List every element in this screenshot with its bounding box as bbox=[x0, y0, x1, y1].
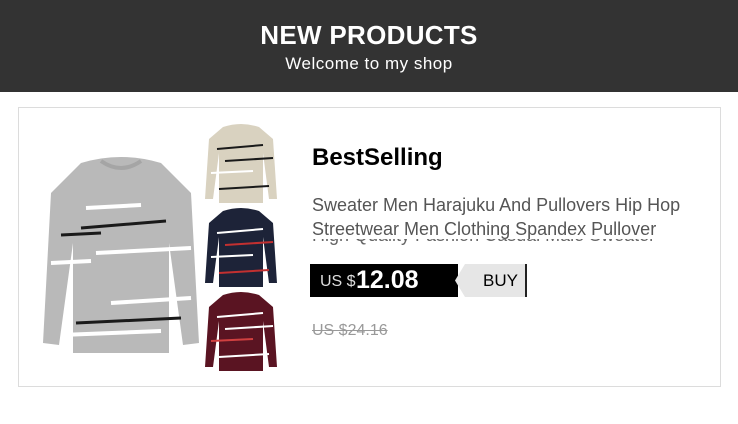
price-currency: US $ bbox=[320, 273, 356, 290]
header-banner: NEW PRODUCTS Welcome to my shop bbox=[0, 0, 738, 92]
product-image-main[interactable] bbox=[41, 153, 201, 363]
product-thumbnail-burgundy[interactable] bbox=[203, 291, 279, 373]
banner-subtitle: Welcome to my shop bbox=[285, 54, 453, 73]
product-description[interactable]: Sweater Men Harajuku And Pullovers Hip H… bbox=[312, 193, 712, 243]
original-price: US $24.16 bbox=[312, 322, 388, 339]
price-tag: US $ 12.08 bbox=[310, 264, 458, 297]
product-thumbnail-navy[interactable] bbox=[203, 207, 279, 289]
product-description-overflow: High Quality Fashion Casual Male Sweater bbox=[312, 239, 712, 247]
product-thumbnail-beige[interactable] bbox=[203, 123, 279, 205]
product-description-overflow-text: High Quality Fashion Casual Male Sweater bbox=[312, 239, 712, 247]
product-heading: BestSelling bbox=[312, 144, 443, 171]
buy-button[interactable]: BUY bbox=[455, 264, 527, 297]
product-card[interactable]: BestSelling Sweater Men Harajuku And Pul… bbox=[18, 107, 721, 387]
price-value: 12.08 bbox=[356, 266, 419, 294]
product-image-gallery[interactable] bbox=[41, 123, 281, 378]
buy-button-label: BUY bbox=[483, 271, 518, 290]
banner-title: NEW PRODUCTS bbox=[260, 20, 478, 50]
